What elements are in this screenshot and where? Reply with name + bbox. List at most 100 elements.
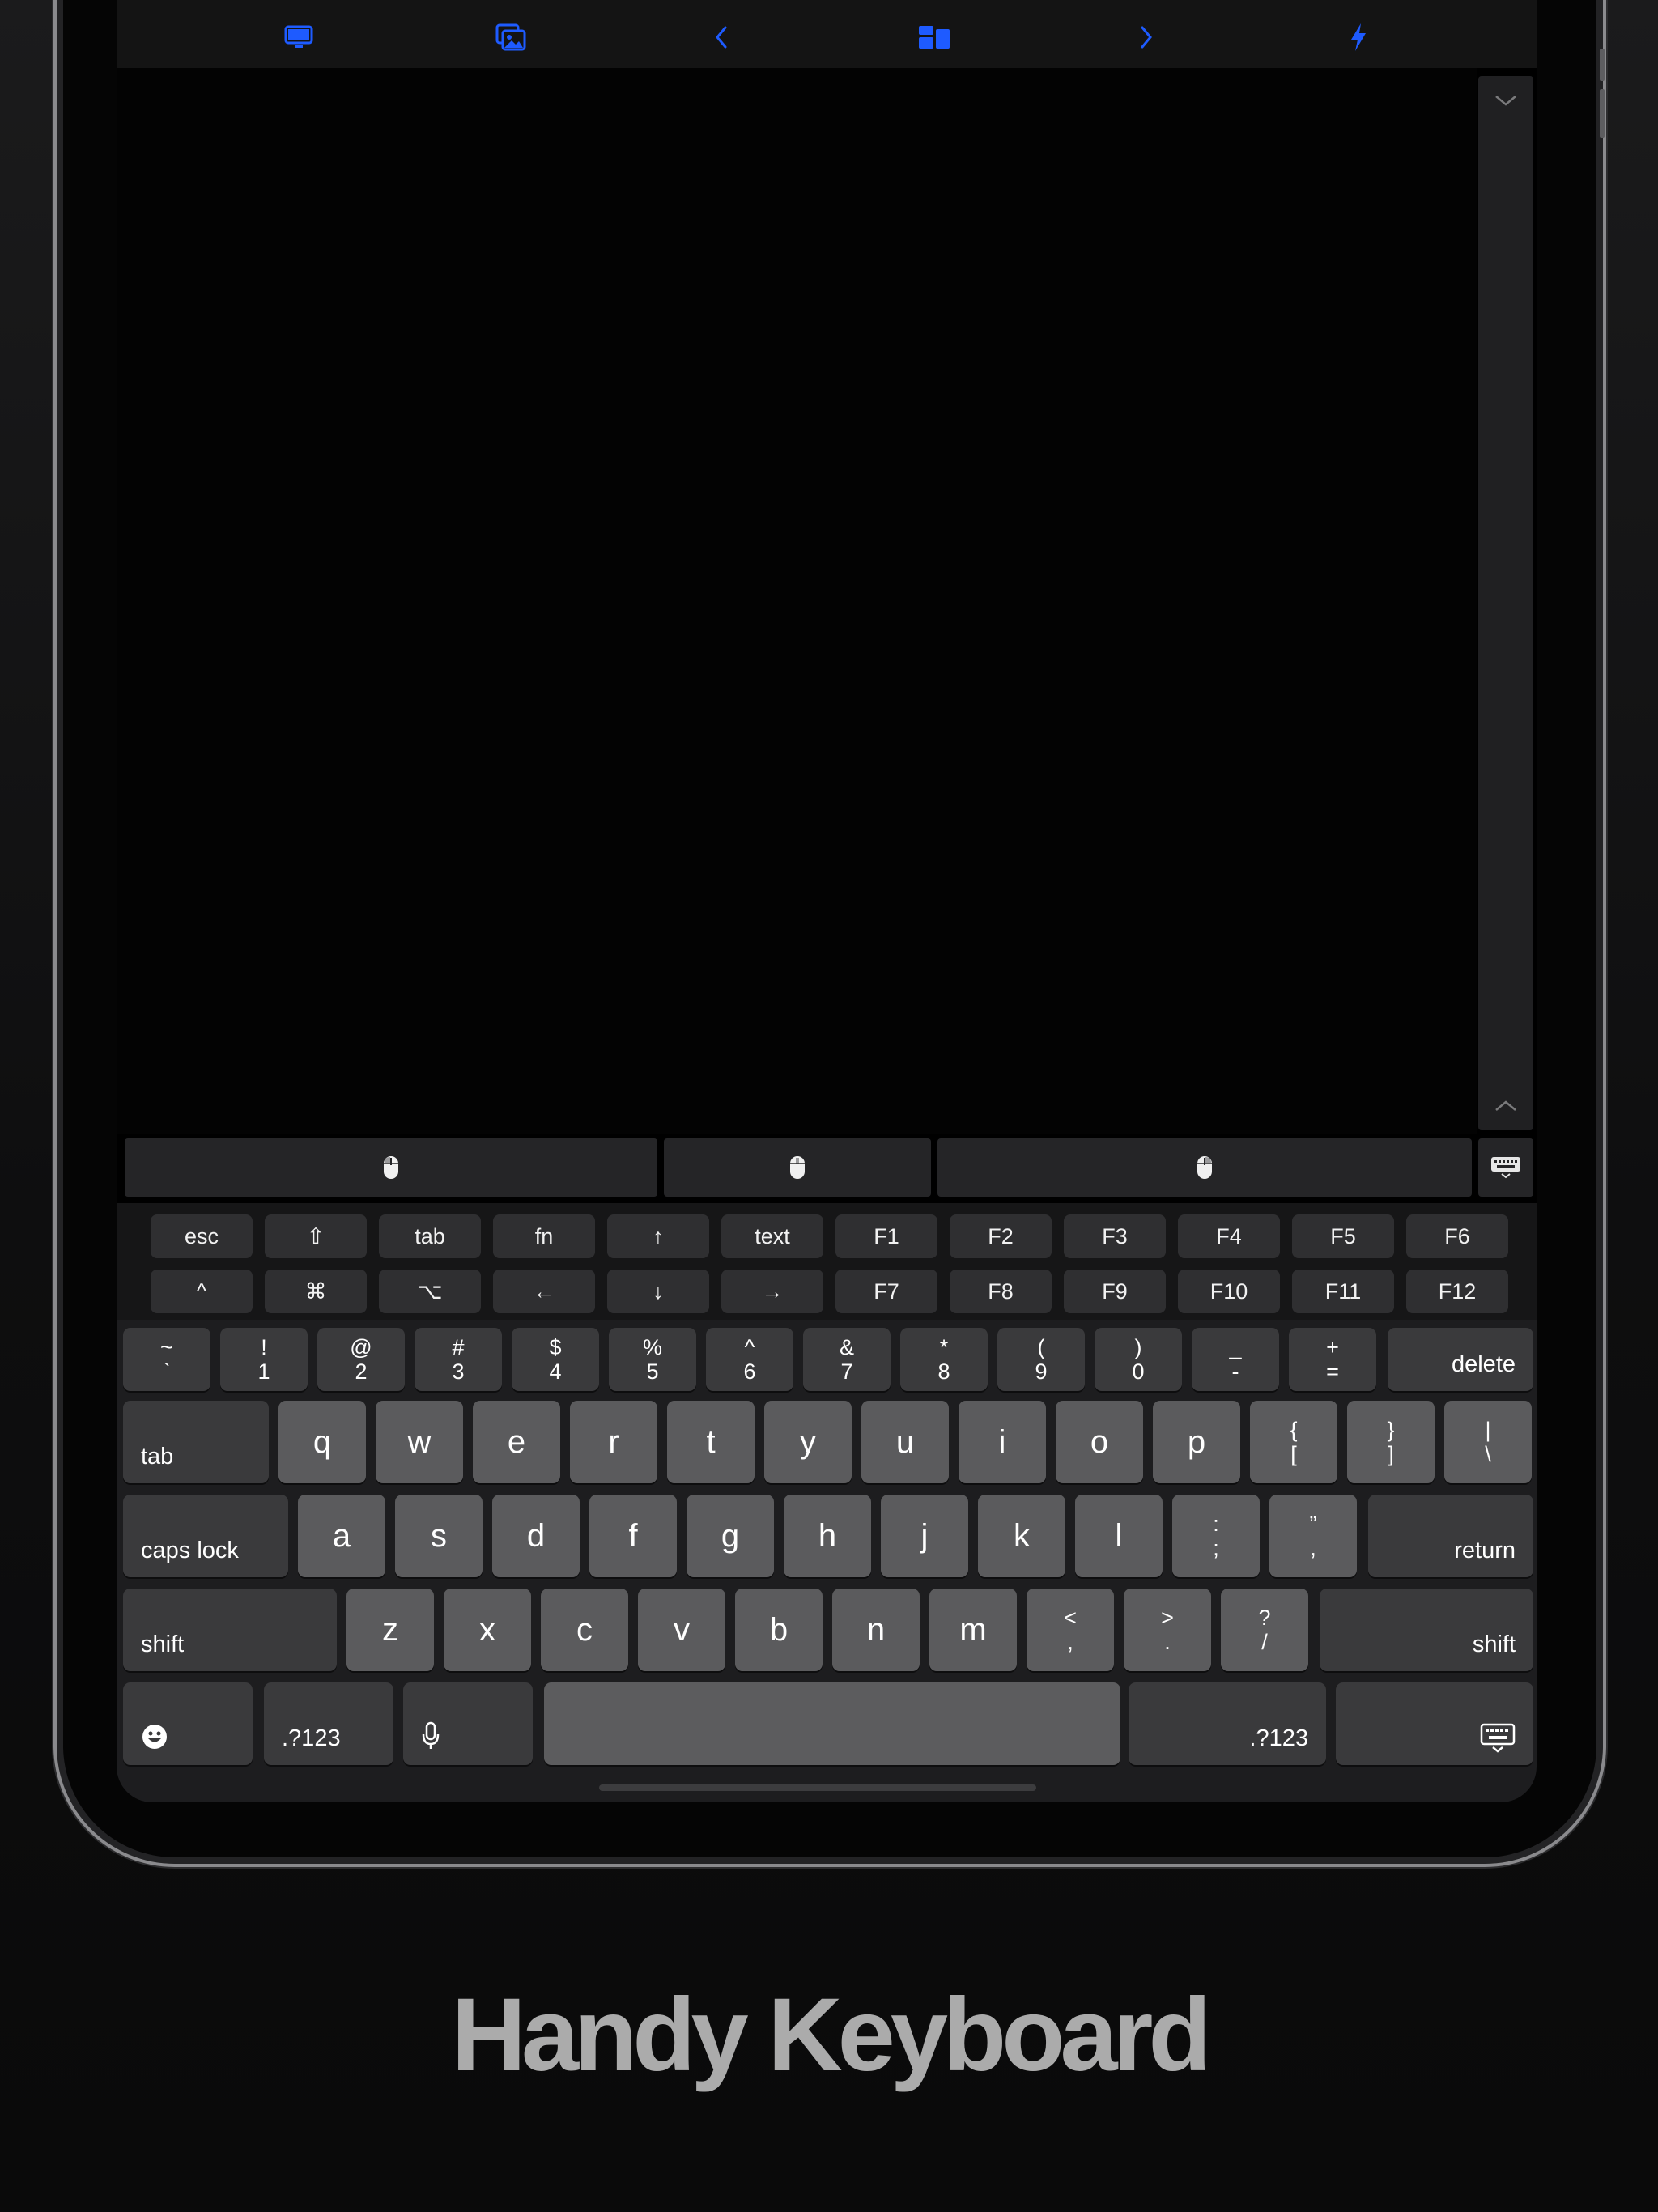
keyboard-dismiss-key[interactable] bbox=[1336, 1682, 1533, 1765]
number-key[interactable]: ! 1 bbox=[220, 1328, 308, 1391]
letter-key[interactable]: u bbox=[861, 1401, 949, 1483]
function-key[interactable]: ⌥ bbox=[379, 1270, 481, 1313]
symbol-key[interactable]: }] bbox=[1347, 1401, 1435, 1483]
function-key[interactable]: esc bbox=[151, 1214, 253, 1258]
symbol-key[interactable]: ? / bbox=[1221, 1589, 1308, 1671]
shift-key-right[interactable]: shift bbox=[1320, 1589, 1533, 1671]
number-key[interactable]: ) 0 bbox=[1095, 1328, 1182, 1391]
chevron-left-icon[interactable] bbox=[705, 21, 738, 53]
symbol-key[interactable]: :; bbox=[1172, 1495, 1260, 1577]
letter-key[interactable]: l bbox=[1075, 1495, 1163, 1577]
letter-key[interactable]: o bbox=[1056, 1401, 1143, 1483]
letter-key[interactable]: m bbox=[929, 1589, 1017, 1671]
key-label: F10 bbox=[1209, 1278, 1248, 1304]
monitor-icon[interactable] bbox=[283, 21, 315, 53]
function-key[interactable]: F7 bbox=[835, 1270, 937, 1313]
letter-key[interactable]: e bbox=[473, 1401, 560, 1483]
letter-key[interactable]: t bbox=[667, 1401, 755, 1483]
number-key[interactable]: * 8 bbox=[900, 1328, 988, 1391]
function-key[interactable]: F3 bbox=[1064, 1214, 1166, 1258]
function-key[interactable]: F5 bbox=[1292, 1214, 1394, 1258]
key-base-char: \ bbox=[1485, 1442, 1491, 1466]
tab-key[interactable]: tab bbox=[123, 1401, 269, 1483]
lightning-icon[interactable] bbox=[1342, 21, 1375, 53]
letter-key[interactable]: p bbox=[1153, 1401, 1240, 1483]
function-key[interactable]: F8 bbox=[950, 1270, 1052, 1313]
symbol-key[interactable]: {[ bbox=[1250, 1401, 1337, 1483]
function-key[interactable]: F11 bbox=[1292, 1270, 1394, 1313]
function-key[interactable]: F1 bbox=[835, 1214, 937, 1258]
number-key[interactable]: #3 bbox=[414, 1328, 502, 1391]
function-key[interactable]: ↓ bbox=[607, 1270, 709, 1313]
letter-key[interactable]: z bbox=[346, 1589, 434, 1671]
remote-display-area[interactable] bbox=[117, 68, 1477, 1134]
numeric-switch-key-right[interactable]: .?123 bbox=[1129, 1682, 1326, 1765]
function-key[interactable]: F9 bbox=[1064, 1270, 1166, 1313]
number-key[interactable]: ~ ` bbox=[123, 1328, 210, 1391]
number-key[interactable]: % 5 bbox=[609, 1328, 696, 1391]
letter-key[interactable]: c bbox=[541, 1589, 628, 1671]
function-key[interactable]: F12 bbox=[1406, 1270, 1508, 1313]
symbol-key[interactable]: | \ bbox=[1444, 1401, 1532, 1483]
function-key[interactable]: fn bbox=[493, 1214, 595, 1258]
vertical-scrollbar[interactable] bbox=[1478, 76, 1533, 1130]
letter-key[interactable]: h bbox=[784, 1495, 871, 1577]
letter-key[interactable]: i bbox=[959, 1401, 1046, 1483]
shift-key-left[interactable]: shift bbox=[123, 1589, 337, 1671]
letter-key[interactable]: f bbox=[589, 1495, 677, 1577]
function-key[interactable]: text bbox=[721, 1214, 823, 1258]
letter-key[interactable]: s bbox=[395, 1495, 483, 1577]
letter-key[interactable]: a bbox=[298, 1495, 385, 1577]
space-bar[interactable] bbox=[544, 1682, 1120, 1765]
key-label: F3 bbox=[1102, 1223, 1128, 1249]
function-key[interactable]: ^ bbox=[151, 1270, 253, 1313]
return-key[interactable]: return bbox=[1368, 1495, 1533, 1577]
function-key[interactable]: ↑ bbox=[607, 1214, 709, 1258]
mouse-left-button[interactable] bbox=[125, 1138, 657, 1197]
function-key[interactable]: F2 bbox=[950, 1214, 1052, 1258]
numeric-switch-key-left[interactable]: .?123 bbox=[264, 1682, 393, 1765]
function-key[interactable]: ⇧ bbox=[265, 1214, 367, 1258]
letter-key[interactable]: x bbox=[444, 1589, 531, 1671]
dictation-key[interactable] bbox=[403, 1682, 533, 1765]
function-key[interactable]: tab bbox=[379, 1214, 481, 1258]
number-key[interactable]: & 7 bbox=[803, 1328, 891, 1391]
number-key[interactable]: $4 bbox=[512, 1328, 599, 1391]
number-key[interactable]: @2 bbox=[317, 1328, 405, 1391]
letter-key[interactable]: y bbox=[764, 1401, 852, 1483]
function-key[interactable]: F4 bbox=[1178, 1214, 1280, 1258]
chevron-down-icon[interactable] bbox=[1478, 84, 1533, 117]
letter-key[interactable]: b bbox=[735, 1589, 823, 1671]
function-key[interactable]: → bbox=[721, 1270, 823, 1313]
number-key[interactable]: ^ 6 bbox=[706, 1328, 793, 1391]
number-key[interactable]: _ - bbox=[1192, 1328, 1279, 1391]
letter-key[interactable]: r bbox=[570, 1401, 657, 1483]
number-key[interactable]: (9 bbox=[997, 1328, 1085, 1391]
letter-key[interactable]: w bbox=[376, 1401, 463, 1483]
emoji-key[interactable] bbox=[123, 1682, 253, 1765]
photo-stack-icon[interactable] bbox=[495, 21, 527, 53]
function-key[interactable]: F10 bbox=[1178, 1270, 1280, 1313]
layout-icon[interactable] bbox=[918, 21, 950, 53]
function-key[interactable]: F6 bbox=[1406, 1214, 1508, 1258]
letter-key[interactable]: g bbox=[687, 1495, 774, 1577]
keyboard-toggle-button[interactable] bbox=[1478, 1138, 1533, 1197]
letter-key[interactable]: n bbox=[832, 1589, 920, 1671]
chevron-right-icon[interactable] bbox=[1130, 21, 1163, 53]
symbol-key[interactable]: >. bbox=[1124, 1589, 1211, 1671]
caps-lock-key[interactable]: caps lock bbox=[123, 1495, 288, 1577]
letter-key[interactable]: q bbox=[278, 1401, 366, 1483]
function-key[interactable]: ← bbox=[493, 1270, 595, 1313]
letter-key[interactable]: d bbox=[492, 1495, 580, 1577]
mouse-middle-button[interactable] bbox=[664, 1138, 931, 1197]
symbol-key[interactable]: <, bbox=[1027, 1589, 1114, 1671]
delete-key[interactable]: delete bbox=[1388, 1328, 1533, 1391]
chevron-up-icon[interactable] bbox=[1478, 1090, 1533, 1122]
number-key[interactable]: + = bbox=[1289, 1328, 1376, 1391]
mouse-right-button[interactable] bbox=[937, 1138, 1472, 1197]
letter-key[interactable]: k bbox=[978, 1495, 1065, 1577]
function-key[interactable]: ⌘ bbox=[265, 1270, 367, 1313]
symbol-key[interactable]: ”, bbox=[1269, 1495, 1357, 1577]
letter-key[interactable]: v bbox=[638, 1589, 725, 1671]
letter-key[interactable]: j bbox=[881, 1495, 968, 1577]
